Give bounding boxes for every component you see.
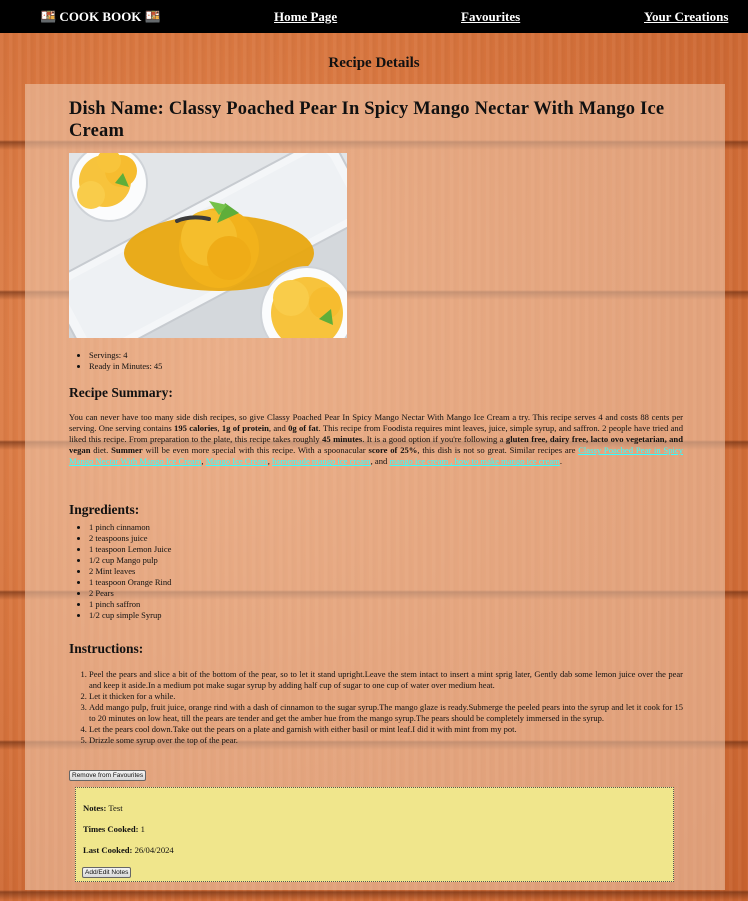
- dish-name-heading: Dish Name: Classy Poached Pear In Spicy …: [69, 99, 665, 141]
- summary-text: You can never have too many side dish re…: [69, 412, 684, 467]
- notes-label: Notes:: [83, 803, 107, 813]
- list-item: 2 Pears: [89, 588, 171, 599]
- top-navbar: 🍱 COOK BOOK 🍱 Home Page Favourites Your …: [0, 0, 748, 33]
- instruction-step: Drizzle some syrup over the top of the p…: [89, 735, 683, 746]
- instruction-step: Let it thicken for a while.: [89, 691, 683, 702]
- instructions-list: Peel the pears and slice a bit of the bo…: [69, 669, 683, 746]
- instruction-step: Let the pears cool down.Take out the pea…: [89, 724, 683, 735]
- ingredients-list: 1 pinch cinnamon 2 teaspoons juice 1 tea…: [69, 522, 171, 621]
- dish-photo-illustration: [69, 153, 347, 338]
- dish-image: [69, 153, 347, 338]
- brand-logo[interactable]: 🍱 COOK BOOK 🍱: [40, 9, 161, 25]
- instructions-heading: Instructions:: [69, 641, 144, 656]
- nav-favourites-link[interactable]: Favourites: [461, 9, 520, 25]
- ingredients-heading: Ingredients:: [69, 502, 140, 517]
- ready-time-item: Ready in Minutes: 45: [89, 361, 162, 372]
- notes-panel: Notes: Test Times Cooked: 1 Last Cooked:…: [75, 787, 674, 882]
- similar-recipe-link-4[interactable]: mango ice cream , how to make mango ice …: [389, 456, 559, 466]
- instruction-step: Add mango pulp, fruit juice, orange rind…: [89, 702, 683, 724]
- nav-home-link[interactable]: Home Page: [274, 9, 337, 25]
- list-item: 1 pinch cinnamon: [89, 522, 171, 533]
- times-cooked-label: Times Cooked:: [83, 824, 139, 834]
- add-edit-notes-button[interactable]: Add/Edit Notes: [82, 867, 132, 878]
- recipe-card: Dish Name: Classy Poached Pear In Spicy …: [25, 84, 725, 890]
- similar-recipe-link-2[interactable]: Mango Ice Cream: [206, 456, 268, 466]
- recipe-meta-list: Servings: 4 Ready in Minutes: 45: [69, 350, 162, 372]
- notes-row: Notes: Test: [83, 803, 123, 813]
- list-item: 1/2 cup Mango pulp: [89, 555, 171, 566]
- times-cooked-row: Times Cooked: 1: [83, 824, 145, 834]
- servings-item: Servings: 4: [89, 350, 162, 361]
- list-item: 1 pinch saffron: [89, 599, 171, 610]
- summary-heading: Recipe Summary:: [69, 385, 173, 400]
- last-cooked-value: 26/04/2024: [134, 845, 174, 855]
- times-cooked-value: 1: [140, 824, 145, 834]
- list-item: 1 teaspoon Orange Rind: [89, 577, 171, 588]
- remove-from-favourites-button[interactable]: Remove from Favourites: [69, 770, 147, 781]
- list-item: 1/2 cup simple Syrup: [89, 610, 171, 621]
- notes-value: Test: [108, 803, 123, 813]
- list-item: 2 Mint leaves: [89, 566, 171, 577]
- last-cooked-row: Last Cooked: 26/04/2024: [83, 845, 174, 855]
- page-title: Recipe Details: [328, 55, 420, 71]
- list-item: 1 teaspoon Lemon Juice: [89, 544, 171, 555]
- similar-recipe-link-3[interactable]: homemade mango ice cream: [272, 456, 371, 466]
- instruction-step: Peel the pears and slice a bit of the bo…: [89, 669, 683, 691]
- nav-creations-link[interactable]: Your Creations: [644, 9, 728, 25]
- last-cooked-label: Last Cooked:: [83, 845, 133, 855]
- list-item: 2 teaspoons juice: [89, 533, 171, 544]
